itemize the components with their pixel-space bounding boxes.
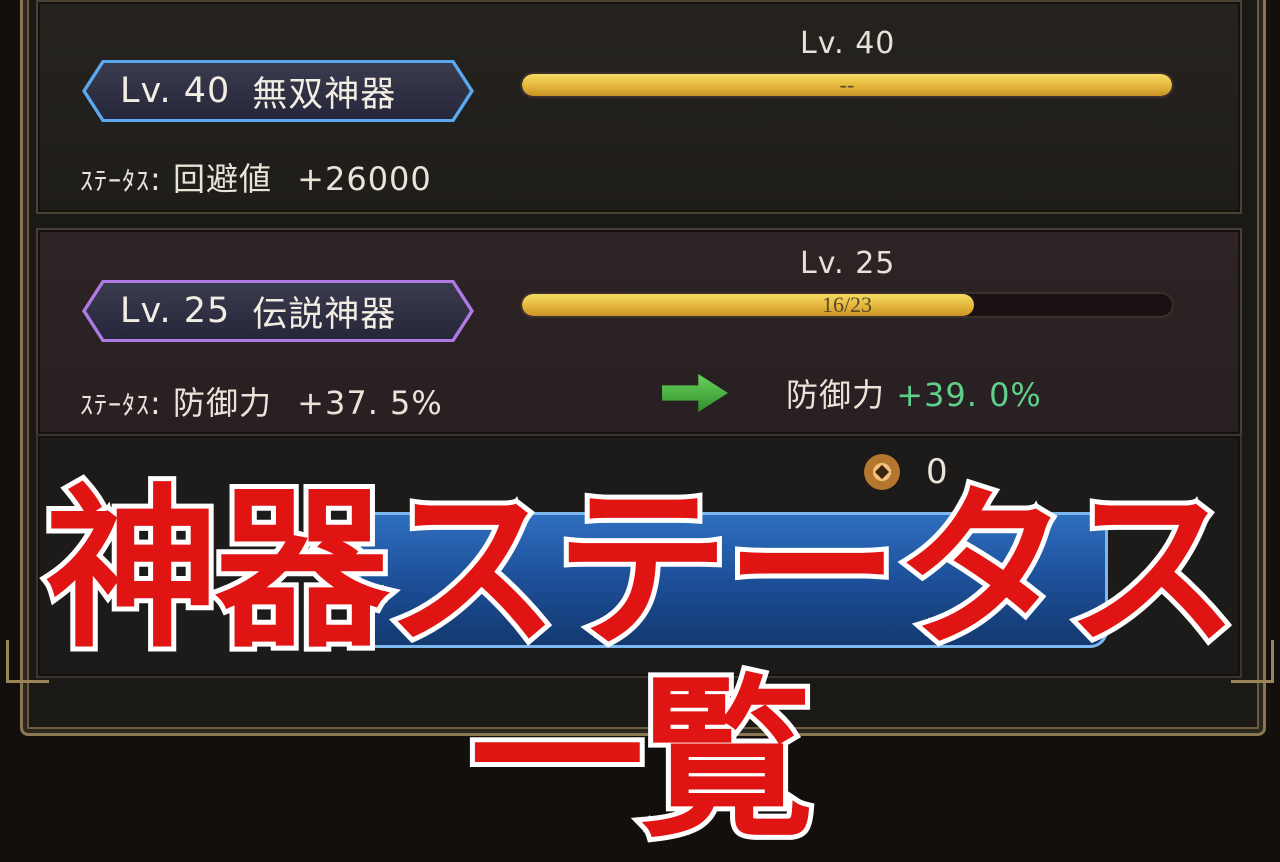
next-value: +39. 0% [896,376,1042,414]
badge-name: 無双神器 [252,74,397,115]
status-value: +37. 5% [297,384,443,422]
status-value: +26000 [297,160,432,198]
status-stat: 防御力 [172,384,272,422]
status-prefix: ｽﾃｰﾀｽ [80,391,151,421]
status-stat: 回避値 [172,160,272,198]
banner-title: 神器ステータス一覧 [40,469,1244,862]
upgrade-arrow-icon [662,374,728,412]
badge-level: Lv. 25 [120,291,231,331]
bar-level-label: Lv. 40 [800,26,896,61]
progress-text: -- [839,72,855,97]
level-badge: Lv. 25 伝説神器 [82,280,474,342]
next-status: 防御力 +39. 0% [786,370,1042,416]
status-line: ｽﾃｰﾀｽ: 回避値 +26000 [80,160,432,198]
progress-text: 16/23 [821,292,873,317]
level-badge: Lv. 40 無双神器 [82,60,474,122]
status-line: ｽﾃｰﾀｽ: 防御力 +37. 5% [80,384,443,422]
level-progress-bar: 16/23 [520,292,1174,318]
bar-level-label: Lv. 25 [800,246,896,281]
artifact-row-densetsu: Lv. 25 伝説神器 ｽﾃｰﾀｽ: 防御力 +37. 5% Lv. 25 16… [36,228,1242,436]
badge-name: 伝説神器 [252,294,397,335]
level-progress-bar: -- [520,72,1174,98]
next-stat: 防御力 [786,376,886,414]
badge-level: Lv. 40 [120,71,231,111]
artifact-row-musou: Lv. 40 無双神器 ｽﾃｰﾀｽ: 回避値 +26000 Lv. 40 -- [36,0,1242,214]
status-prefix: ｽﾃｰﾀｽ [80,167,151,197]
